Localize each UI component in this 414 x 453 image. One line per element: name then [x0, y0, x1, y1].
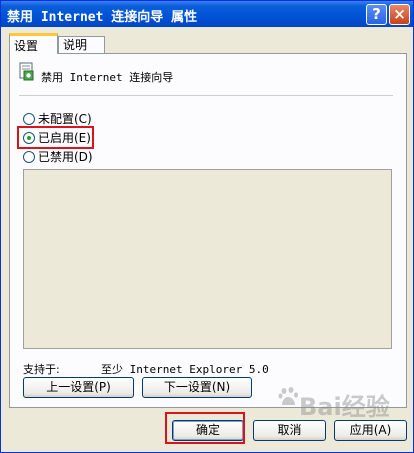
cancel-button[interactable]: 取消 — [253, 420, 326, 441]
close-button[interactable]: × — [389, 4, 410, 25]
radio-button[interactable] — [23, 151, 35, 163]
tab-settings[interactable]: 设置 — [9, 33, 58, 54]
separator — [19, 95, 393, 96]
watermark-text: Bai经验 — [299, 393, 390, 421]
policy-settings-icon — [19, 62, 34, 81]
radio-label: 未配置(C) — [38, 112, 92, 126]
policy-title: 禁用 Internet 连接向导 — [41, 71, 174, 84]
title-bar[interactable]: 禁用 Internet 连接向导 属性 ? × — [1, 1, 413, 27]
support-label: 支持于: — [23, 363, 60, 376]
window-title: 禁用 Internet 连接向导 属性 — [7, 10, 198, 25]
radio-disabled[interactable]: 已禁用(D) — [23, 150, 113, 165]
highlight-box-enabled — [17, 126, 94, 149]
previous-setting-button[interactable]: 上一设置(P) — [23, 377, 134, 398]
radio-label: 已禁用(D) — [38, 150, 93, 164]
support-value: 至少 Internet Explorer 5.0 — [101, 363, 269, 376]
highlight-box-ok — [165, 412, 245, 444]
apply-button[interactable]: 应用(A) — [334, 420, 407, 441]
description-area — [23, 169, 392, 349]
next-setting-button[interactable]: 下一设置(N) — [142, 377, 252, 398]
tab-explain[interactable]: 说明 — [58, 36, 105, 54]
baidu-paw-icon — [278, 387, 298, 405]
help-button[interactable]: ? — [366, 4, 387, 25]
properties-dialog: 禁用 Internet 连接向导 属性 ? × 设置 说明 禁用 Interne… — [0, 0, 414, 453]
radio-not-configured[interactable]: 未配置(C) — [23, 112, 113, 127]
watermark: Bai经验 — [277, 381, 411, 421]
radio-button[interactable] — [23, 113, 35, 125]
